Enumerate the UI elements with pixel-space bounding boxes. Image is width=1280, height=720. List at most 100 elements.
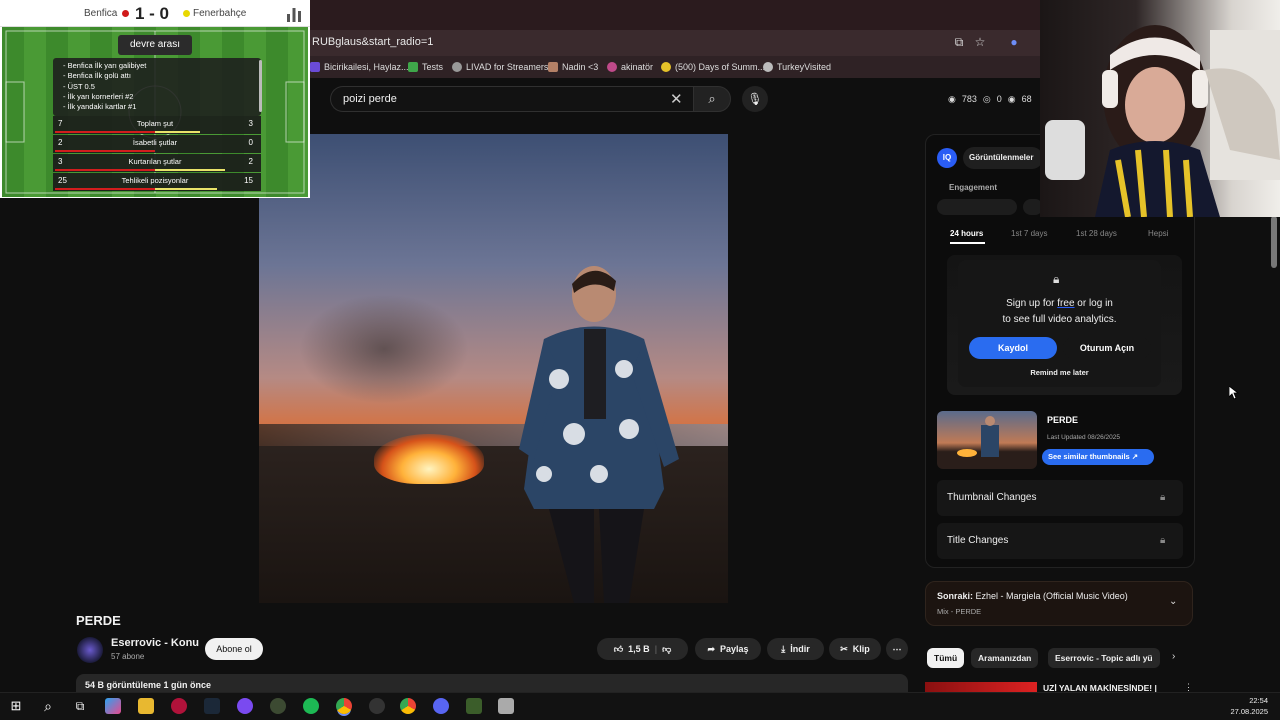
channel-name[interactable]: Eserrovic - Konu bbox=[111, 637, 199, 649]
clock-date[interactable]: 27.08.2025 bbox=[1228, 707, 1268, 716]
chip-from-search[interactable]: Aramanızdan bbox=[971, 648, 1039, 668]
market-item: - Benfica İlk yarı galibiyet bbox=[63, 61, 147, 70]
views-tab[interactable]: Görüntülenmeler bbox=[963, 147, 1043, 169]
recommendation-thumbnail[interactable] bbox=[925, 682, 1037, 692]
share-button[interactable]: ➦ Paylaş bbox=[695, 638, 761, 660]
stat-away-value: 3 bbox=[248, 119, 253, 128]
login-button[interactable]: Oturum Açın bbox=[1063, 337, 1151, 359]
smoke bbox=[299, 294, 469, 404]
stat-bar-away bbox=[155, 131, 200, 133]
match-score: 1 - 0 bbox=[135, 4, 170, 23]
microphone-button[interactable]: 🎙 bbox=[742, 86, 768, 112]
app-icon[interactable] bbox=[237, 698, 253, 714]
clock-time[interactable]: 22:54 bbox=[1238, 696, 1268, 705]
window-icon[interactable] bbox=[498, 698, 514, 714]
bookmark-item[interactable]: LIVAD for Streamers bbox=[452, 60, 548, 74]
remind-later-link[interactable]: Remind me later bbox=[958, 368, 1161, 377]
microphone-icon: 🎙 bbox=[747, 92, 763, 106]
taskbar bbox=[0, 692, 1280, 720]
bar-chart-icon[interactable] bbox=[285, 5, 303, 23]
avatar-icon bbox=[548, 62, 558, 72]
bookmark-item[interactable]: TurkeyVisited bbox=[763, 60, 831, 74]
spotify-icon[interactable] bbox=[303, 698, 319, 714]
copilot-icon[interactable] bbox=[105, 698, 121, 714]
active-tab-indicator bbox=[950, 242, 985, 244]
comment-icon: ◎ bbox=[982, 94, 991, 104]
register-button[interactable]: Kaydol bbox=[969, 337, 1057, 359]
chip-all[interactable]: Tümü bbox=[927, 648, 965, 668]
thumbs-up-icon: 👍︎ bbox=[613, 643, 624, 654]
stat-bar-home bbox=[55, 169, 155, 171]
download-button[interactable]: ⤓ İndir bbox=[767, 638, 824, 660]
chevron-down-icon[interactable]: ⌄ bbox=[1169, 596, 1177, 607]
thumbnail-title: PERDE bbox=[1047, 415, 1079, 425]
tab-7-days[interactable]: 1st 7 days bbox=[1011, 229, 1047, 238]
more-options-button[interactable]: ⋯ bbox=[886, 638, 908, 660]
chevron-right-icon[interactable]: › bbox=[1172, 651, 1175, 662]
opera-gx-icon[interactable] bbox=[171, 698, 187, 714]
url-text[interactable]: RUBglaus&start_radio=1 bbox=[312, 36, 433, 48]
bookmark-item[interactable]: Nadin <3 bbox=[548, 60, 598, 74]
up-next-panel[interactable] bbox=[925, 581, 1193, 626]
chrome-icon[interactable] bbox=[336, 698, 352, 714]
thumbnail-changes-label: Thumbnail Changes bbox=[947, 492, 1037, 503]
bookmark-star-icon[interactable]: ☆ bbox=[972, 34, 988, 50]
stat-bar-away bbox=[155, 169, 225, 171]
tab-all[interactable]: Hepsi bbox=[1148, 229, 1168, 238]
bookmark-item[interactable]: (500) Days of Summ... bbox=[661, 60, 765, 74]
scrollbar[interactable] bbox=[1271, 216, 1277, 268]
search-icon[interactable]: ⌕ bbox=[40, 698, 56, 714]
cast-icon[interactable]: ⧉ bbox=[951, 34, 967, 50]
lock-icon: 🔒︎ bbox=[1160, 492, 1166, 503]
search-button[interactable]: ⌕ bbox=[693, 86, 731, 112]
tab-24-hours[interactable]: 24 hours bbox=[950, 229, 983, 238]
like-button[interactable]: 👍︎ 1,5 B bbox=[614, 644, 650, 655]
thumbs-down-icon: 👎︎ bbox=[662, 643, 672, 654]
live-stats: ◉ 783 ◎ 0 ◉ 68 bbox=[948, 94, 1032, 104]
chip-channel-topic[interactable]: Eserrovic - Topic adlı yü bbox=[1048, 648, 1160, 668]
stat-away-value: 15 bbox=[244, 176, 253, 185]
discord-icon[interactable] bbox=[433, 698, 449, 714]
dislike-button[interactable]: 👎︎ bbox=[662, 644, 671, 655]
chrome-icon[interactable] bbox=[400, 698, 416, 714]
app-icon[interactable] bbox=[270, 698, 286, 714]
globe-icon bbox=[763, 62, 773, 72]
search-query[interactable]: poizi perde bbox=[343, 93, 397, 105]
similar-thumbnails-button[interactable]: See similar thumbnails ↗ bbox=[1042, 449, 1154, 465]
extension-icon[interactable]: ● bbox=[1006, 34, 1022, 50]
search-icon: ⌕ bbox=[708, 91, 716, 106]
signup-text: Sign up for free or log in bbox=[1006, 298, 1113, 309]
stat-bar-home bbox=[55, 131, 155, 133]
subscriber-count: 57 abone bbox=[111, 652, 145, 661]
clip-button[interactable]: ✂ Klip bbox=[829, 638, 881, 660]
match-status: devre arası bbox=[118, 35, 192, 55]
site-icon bbox=[661, 62, 671, 72]
title-changes-label: Title Changes bbox=[947, 535, 1009, 546]
bookmark-item[interactable]: Bicirikailesi, Haylaz... bbox=[310, 60, 409, 74]
thumbnail-preview bbox=[937, 411, 1037, 469]
file-explorer-icon[interactable] bbox=[138, 698, 154, 714]
obs-icon[interactable] bbox=[369, 698, 385, 714]
engagement-label: Engagement bbox=[949, 183, 998, 192]
channel-avatar[interactable] bbox=[77, 637, 103, 663]
windows-start-icon[interactable]: ⊞ bbox=[8, 698, 24, 714]
bonfire bbox=[374, 434, 484, 484]
task-view-icon[interactable]: ⧉ bbox=[72, 698, 88, 714]
market-item: - Benfica İlk golü attı bbox=[63, 71, 131, 80]
close-icon[interactable]: ✕ bbox=[670, 90, 683, 108]
video-title: PERDE bbox=[76, 613, 121, 628]
minecraft-icon[interactable] bbox=[466, 698, 482, 714]
eye-icon: ◉ bbox=[948, 94, 956, 104]
markets-scrollbar[interactable] bbox=[259, 60, 262, 112]
bookmark-item[interactable]: Tests bbox=[408, 60, 443, 74]
scissors-icon: ✂ bbox=[840, 643, 848, 654]
steam-icon[interactable] bbox=[204, 698, 220, 714]
stat-name: Tehlikeli pozisyonlar bbox=[121, 176, 189, 185]
bookmark-item[interactable]: akinatör bbox=[607, 60, 653, 74]
tab-28-days[interactable]: 1st 28 days bbox=[1076, 229, 1117, 238]
subscribe-button[interactable]: Abone ol bbox=[205, 638, 263, 660]
stat-name: Toplam şut bbox=[136, 119, 174, 128]
video-player[interactable] bbox=[259, 134, 728, 603]
person-figure bbox=[519, 266, 679, 603]
last-updated: Last Updated 08/26/2025 bbox=[1047, 434, 1121, 441]
